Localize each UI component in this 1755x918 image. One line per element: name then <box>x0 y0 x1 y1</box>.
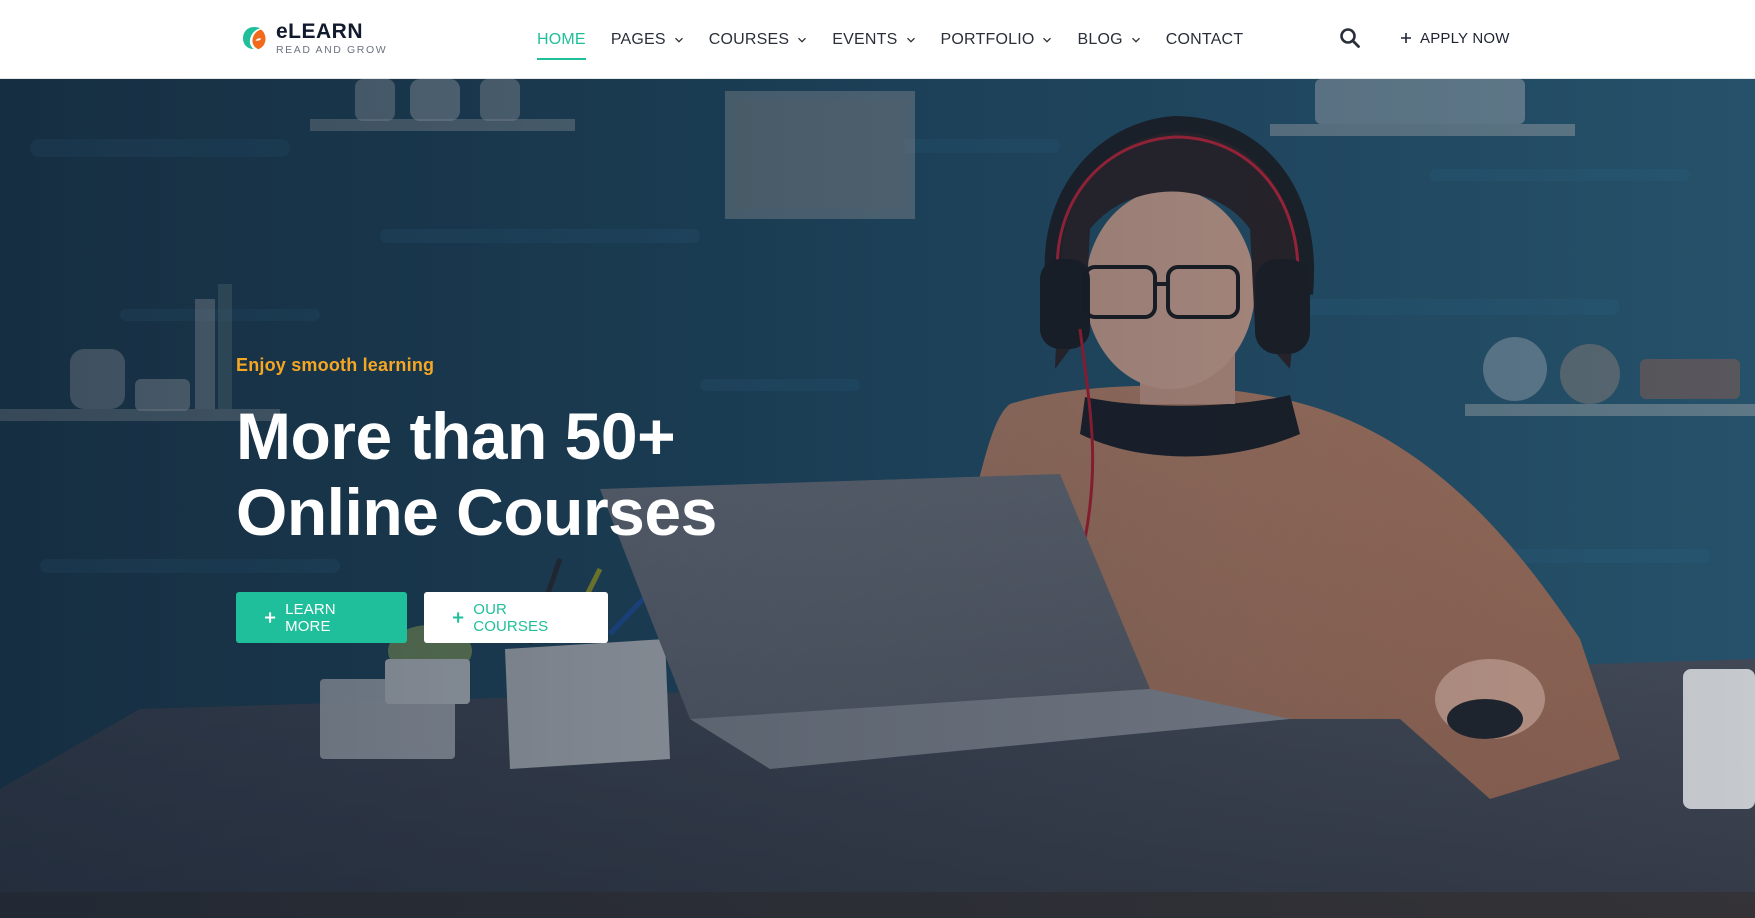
site-header: eLEARN READ AND GROW HOME PAGES COURSES … <box>0 0 1755 79</box>
chevron-down-icon <box>798 37 807 43</box>
brand-logo[interactable]: eLEARN READ AND GROW <box>241 21 387 56</box>
nav-item-label: CONTACT <box>1165 30 1244 48</box>
apply-now-button[interactable]: APPLY NOW <box>1400 26 1510 50</box>
nav-item-events[interactable]: EVENTS <box>832 0 915 79</box>
hero-title-line: Online Courses <box>236 475 717 549</box>
chevron-down-icon <box>1043 37 1052 43</box>
hero-tagline: Enjoy smooth learning <box>236 355 435 375</box>
nav-item-label: EVENTS <box>832 30 898 48</box>
nav-item-label: BLOG <box>1077 30 1123 48</box>
learn-more-label: LEARN MORE <box>285 600 336 635</box>
search-icon[interactable] <box>1338 26 1362 50</box>
chevron-down-icon <box>674 37 683 43</box>
hero-title-line: More than 50+ <box>236 399 676 473</box>
nav-item-portfolio[interactable]: PORTFOLIO <box>941 0 1053 79</box>
main-nav: HOME PAGES COURSES EVENTS PORTFOLIO BLOG… <box>537 0 1243 79</box>
nav-item-home[interactable]: HOME <box>537 0 586 79</box>
nav-item-label: COURSES <box>708 30 790 48</box>
nav-item-pages[interactable]: PAGES <box>611 0 684 79</box>
brand-subtitle: READ AND GROW <box>276 44 388 56</box>
nav-item-blog[interactable]: BLOG <box>1077 0 1140 79</box>
our-courses-button[interactable]: OUR COURSES <box>424 592 608 643</box>
plus-icon <box>1401 33 1411 43</box>
chevron-down-icon <box>1131 37 1140 43</box>
chevron-down-icon <box>906 37 915 43</box>
brand-title: eLEARN <box>276 20 364 43</box>
plus-icon <box>453 612 464 623</box>
nav-item-label: PORTFOLIO <box>940 30 1035 48</box>
hero-title: More than 50+ Online Courses <box>236 398 856 550</box>
plus-icon <box>265 612 276 623</box>
nav-item-contact[interactable]: CONTACT <box>1166 0 1244 79</box>
our-courses-label: OUR COURSES <box>473 600 549 635</box>
hero-buttons: LEARN MORE OUR COURSES <box>236 592 608 643</box>
nav-item-label: PAGES <box>610 30 666 48</box>
nav-item-label: HOME <box>537 30 586 48</box>
learn-more-button[interactable]: LEARN MORE <box>236 592 407 643</box>
hero-content: Enjoy smooth learning More than 50+ Onli… <box>236 355 856 550</box>
leaf-e-icon <box>243 27 266 50</box>
apply-now-label: APPLY NOW <box>1420 29 1510 47</box>
hero-section: Enjoy smooth learning More than 50+ Onli… <box>0 79 1755 918</box>
nav-item-courses[interactable]: COURSES <box>709 0 808 79</box>
